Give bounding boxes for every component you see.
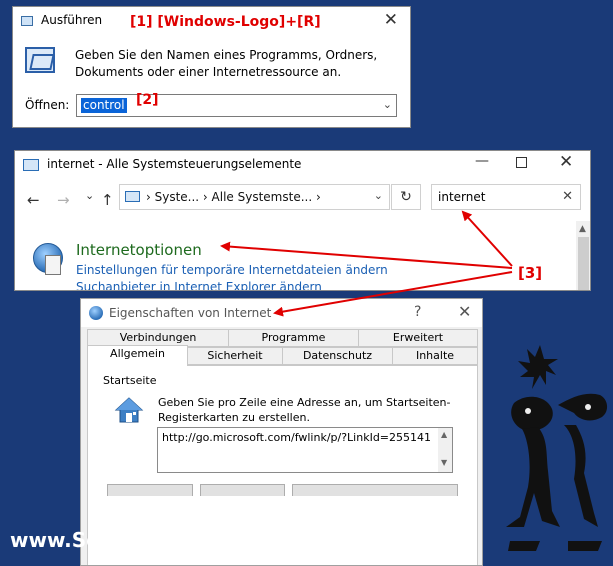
tab-datenschutz[interactable]: Datenschutz bbox=[282, 347, 393, 365]
back-arrow-icon[interactable]: ← bbox=[27, 191, 40, 209]
internet-options-link[interactable]: Internetoptionen bbox=[76, 241, 202, 259]
site-watermark: www.SoftwareOK.de :-) bbox=[10, 528, 274, 552]
annotation-step3: [3] bbox=[518, 264, 543, 282]
chevron-down-icon[interactable]: ⌄ bbox=[374, 189, 383, 202]
scroll-up-icon[interactable]: ▲ bbox=[441, 430, 447, 439]
tab-erweitert[interactable]: Erweitert bbox=[358, 329, 478, 347]
maximize-icon[interactable] bbox=[516, 157, 527, 168]
open-label: Öffnen: bbox=[25, 98, 70, 112]
temp-files-settings-link[interactable]: Einstellungen für temporäre Internetdate… bbox=[76, 263, 388, 277]
high-five-cartoon-icon bbox=[506, 345, 608, 551]
new-tab-button[interactable] bbox=[292, 484, 458, 496]
window-title: internet - Alle Systemsteuerungselemente bbox=[47, 157, 302, 171]
tab-programme[interactable]: Programme bbox=[228, 329, 359, 347]
open-input-value[interactable]: control bbox=[81, 98, 127, 113]
globe-icon bbox=[89, 306, 103, 320]
tab-sicherheit[interactable]: Sicherheit bbox=[187, 347, 283, 365]
tab-inhalte[interactable]: Inhalte bbox=[392, 347, 478, 365]
help-icon[interactable]: ? bbox=[414, 304, 421, 320]
annotation-step2: [2] bbox=[136, 92, 159, 108]
run-icon bbox=[21, 16, 33, 26]
tab-allgemein[interactable]: Allgemein bbox=[87, 345, 188, 366]
open-combobox[interactable]: control ⌄ bbox=[76, 94, 397, 117]
home-icon bbox=[114, 397, 144, 423]
search-input[interactable]: internet bbox=[438, 190, 485, 204]
search-box[interactable]: internet ✕ bbox=[431, 184, 581, 210]
breadcrumb[interactable]: › Syste... › Alle Systemste... › bbox=[146, 190, 321, 204]
run-dialog-title: Ausführen bbox=[41, 13, 103, 27]
run-program-icon bbox=[25, 47, 55, 73]
scroll-thumb[interactable] bbox=[578, 237, 589, 290]
refresh-button[interactable]: ↻ bbox=[391, 184, 421, 210]
minimize-icon[interactable]: — bbox=[475, 153, 489, 169]
clear-search-icon[interactable]: ✕ bbox=[562, 189, 573, 204]
dialog-title: Eigenschaften von Internet bbox=[109, 306, 272, 320]
default-button[interactable] bbox=[200, 484, 285, 496]
checklist-icon bbox=[45, 255, 61, 275]
homepage-url[interactable]: http://go.microsoft.com/fwlink/p/?LinkId… bbox=[162, 431, 431, 444]
textarea-scrollbar[interactable]: ▲ ▼ bbox=[438, 428, 452, 472]
startseite-hint: Geben Sie pro Zeile eine Adresse an, um … bbox=[158, 396, 451, 424]
control-panel-icon bbox=[23, 159, 39, 171]
close-icon[interactable]: ✕ bbox=[458, 302, 471, 321]
annotation-step1: [1] [Windows-Logo]+[R] bbox=[130, 14, 321, 30]
scroll-up-icon[interactable]: ▲ bbox=[579, 224, 586, 234]
control-panel-window: internet - Alle Systemsteuerungselemente… bbox=[14, 150, 591, 291]
recent-dropdown-icon[interactable]: ⌄ bbox=[85, 189, 94, 202]
forward-arrow-icon[interactable]: → bbox=[57, 191, 70, 209]
chevron-down-icon[interactable]: ⌄ bbox=[383, 98, 392, 111]
current-page-button[interactable] bbox=[107, 484, 193, 496]
homepage-textarea[interactable]: http://go.microsoft.com/fwlink/p/?LinkId… bbox=[157, 427, 453, 473]
startseite-group-label: Startseite bbox=[103, 374, 157, 387]
scroll-down-icon[interactable]: ▼ bbox=[441, 458, 447, 467]
close-icon[interactable]: ✕ bbox=[559, 152, 573, 172]
close-icon[interactable]: ✕ bbox=[384, 10, 398, 30]
up-arrow-icon[interactable]: ↑ bbox=[101, 191, 114, 209]
control-panel-icon bbox=[125, 191, 140, 202]
vertical-scrollbar[interactable]: ▲ bbox=[576, 221, 590, 290]
address-bar[interactable]: › Syste... › Alle Systemste... › ⌄ bbox=[119, 184, 390, 210]
search-provider-link[interactable]: Suchanbieter in Internet Explorer ändern bbox=[76, 280, 322, 290]
internet-properties-dialog: Eigenschaften von Internet ? ✕ Verbindun… bbox=[80, 298, 483, 566]
run-description: Geben Sie den Namen eines Programms, Ord… bbox=[75, 48, 378, 79]
